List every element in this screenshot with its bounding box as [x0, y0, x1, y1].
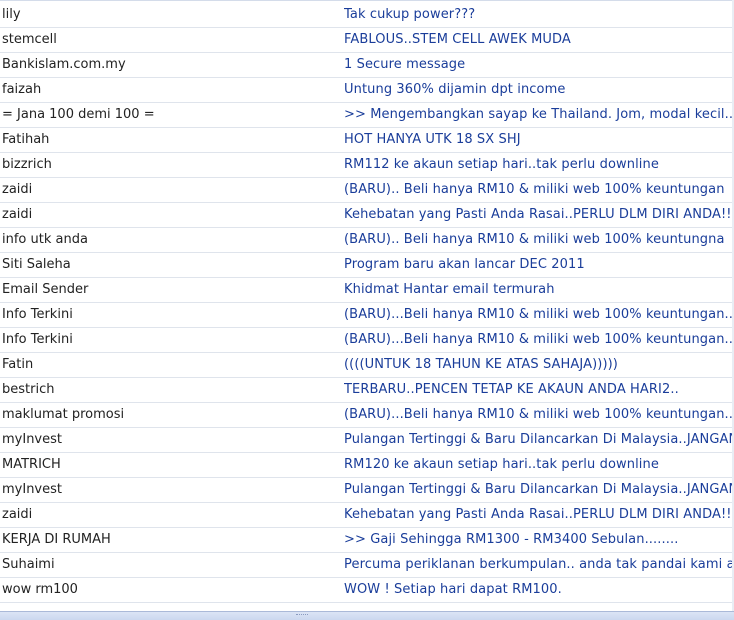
message-subject[interactable]: Untung 360% dijamin dpt income [344, 82, 734, 97]
message-row[interactable]: myInvest Pulangan Tertinggi & Baru Dilanc… [0, 428, 734, 453]
message-row[interactable]: zaidi (BARU).. Beli hanya RM10 & miliki w… [0, 178, 734, 203]
message-row[interactable]: Bankislam.com.my 1 Secure message [0, 53, 734, 78]
message-sender: faizah [2, 82, 42, 97]
message-sender: = Jana 100 demi 100 = [2, 107, 155, 122]
message-sender: bizzrich [2, 157, 52, 172]
message-sender: Fatihah [2, 132, 50, 147]
horizontal-scrollbar[interactable] [0, 611, 734, 620]
message-sender: lily [2, 7, 21, 22]
message-subject[interactable]: (BARU)...Beli hanya RM10 & miliki web 10… [344, 332, 734, 347]
message-row[interactable]: zaidi Kehebatan yang Pasti Anda Rasai..PE… [0, 503, 734, 528]
message-subject[interactable]: Pulangan Tertinggi & Baru Dilancarkan Di… [344, 482, 734, 497]
message-subject[interactable]: Program baru akan lancar DEC 2011 [344, 257, 734, 272]
message-subject[interactable]: Kehebatan yang Pasti Anda Rasai..PERLU D… [344, 507, 734, 522]
message-subject[interactable]: (BARU)...Beli hanya RM10 & miliki web 10… [344, 407, 734, 422]
message-sender: bestrich [2, 382, 55, 397]
message-sender: stemcell [2, 32, 57, 47]
message-subject[interactable]: Kehebatan yang Pasti Anda Rasai..PERLU D… [344, 207, 734, 222]
message-subject[interactable]: >> Mengembangkan sayap ke Thailand. Jom,… [344, 107, 734, 122]
message-subject[interactable]: Khidmat Hantar email termurah [344, 282, 734, 297]
message-row[interactable]: bestrich TERBARU..PENCEN TETAP KE AKAUN A… [0, 378, 734, 403]
message-subject[interactable]: (BARU)...Beli hanya RM10 & miliki web 10… [344, 307, 734, 322]
message-sender: Email Sender [2, 282, 89, 297]
message-subject[interactable]: (BARU).. Beli hanya RM10 & miliki web 10… [344, 182, 734, 197]
message-subject[interactable]: Percuma periklanan berkumpulan.. anda ta… [344, 557, 734, 572]
message-sender: myInvest [2, 432, 62, 447]
message-subject[interactable]: HOT HANYA UTK 18 SX SHJ [344, 132, 734, 147]
message-sender: Siti Saleha [2, 257, 71, 272]
message-sender: Info Terkini [2, 332, 73, 347]
message-sender: zaidi [2, 507, 33, 522]
message-row[interactable]: maklumat promosi (BARU)...Beli hanya RM10… [0, 403, 734, 428]
message-row[interactable]: Suhaimi Percuma periklanan berkumpulan.. … [0, 553, 734, 578]
message-sender: MATRICH [2, 457, 61, 472]
message-sender: wow rm100 [2, 582, 78, 597]
message-sender: info utk anda [2, 232, 88, 247]
message-sender: maklumat promosi [2, 407, 125, 422]
message-row[interactable]: stemcell FABLOUS..STEM CELL AWEK MUDA [0, 28, 734, 53]
message-row[interactable]: faizah Untung 360% dijamin dpt income [0, 78, 734, 103]
message-sender: Suhaimi [2, 557, 55, 572]
message-sender: Info Terkini [2, 307, 73, 322]
message-subject[interactable]: (BARU).. Beli hanya RM10 & miliki web 10… [344, 232, 734, 247]
message-row[interactable]: Siti Saleha Program baru akan lancar DEC … [0, 253, 734, 278]
message-subject[interactable]: 1 Secure message [344, 57, 734, 72]
message-row[interactable]: myInvest Pulangan Tertinggi & Baru Dilanc… [0, 478, 734, 503]
message-row[interactable]: wow rm100 WOW ! Setiap hari dapat RM100. [0, 578, 734, 603]
message-subject[interactable]: RM112 ke akaun setiap hari..tak perlu do… [344, 157, 734, 172]
scrollbar-grip-icon[interactable] [296, 614, 308, 619]
message-sender: Fatin [2, 357, 34, 372]
message-row[interactable]: lily Tak cukup power??? [0, 3, 734, 28]
message-row[interactable]: MATRICH RM120 ke akaun setiap hari..tak p… [0, 453, 734, 478]
message-sender: KERJA DI RUMAH [2, 532, 111, 547]
message-subject[interactable]: Tak cukup power??? [344, 7, 734, 22]
message-row[interactable]: zaidi Kehebatan yang Pasti Anda Rasai..PE… [0, 203, 734, 228]
message-row[interactable]: = Jana 100 demi 100 = >> Mengembangkan sa… [0, 103, 734, 128]
message-sender: Bankislam.com.my [2, 57, 126, 72]
message-row[interactable]: Info Terkini (BARU)...Beli hanya RM10 & m… [0, 328, 734, 353]
message-subject[interactable]: WOW ! Setiap hari dapat RM100. [344, 582, 734, 597]
message-row[interactable]: KERJA DI RUMAH >> Gaji Sehingga RM1300 - … [0, 528, 734, 553]
message-row[interactable]: bizzrich RM112 ke akaun setiap hari..tak … [0, 153, 734, 178]
message-list: lily Tak cukup power??? stemcell FABLOUS..S… [0, 0, 734, 612]
message-subject[interactable]: ((((UNTUK 18 TAHUN KE ATAS SAHAJA))))) [344, 357, 734, 372]
message-subject[interactable]: >> Gaji Sehingga RM1300 - RM3400 Sebulan… [344, 532, 734, 547]
message-row[interactable]: info utk anda (BARU).. Beli hanya RM10 & … [0, 228, 734, 253]
message-row[interactable]: Fatin ((((UNTUK 18 TAHUN KE ATAS SAHAJA))… [0, 353, 734, 378]
message-subject[interactable]: RM120 ke akaun setiap hari..tak perlu do… [344, 457, 734, 472]
message-subject[interactable]: FABLOUS..STEM CELL AWEK MUDA [344, 32, 734, 47]
message-subject[interactable]: TERBARU..PENCEN TETAP KE AKAUN ANDA HARI… [344, 382, 734, 397]
message-subject[interactable]: Pulangan Tertinggi & Baru Dilancarkan Di… [344, 432, 734, 447]
message-sender: zaidi [2, 182, 33, 197]
message-row[interactable]: Info Terkini (BARU)...Beli hanya RM10 & m… [0, 303, 734, 328]
message-row[interactable]: Fatihah HOT HANYA UTK 18 SX SHJ [0, 128, 734, 153]
message-sender: zaidi [2, 207, 33, 222]
message-row[interactable]: Email Sender Khidmat Hantar email termura… [0, 278, 734, 303]
message-sender: myInvest [2, 482, 62, 497]
